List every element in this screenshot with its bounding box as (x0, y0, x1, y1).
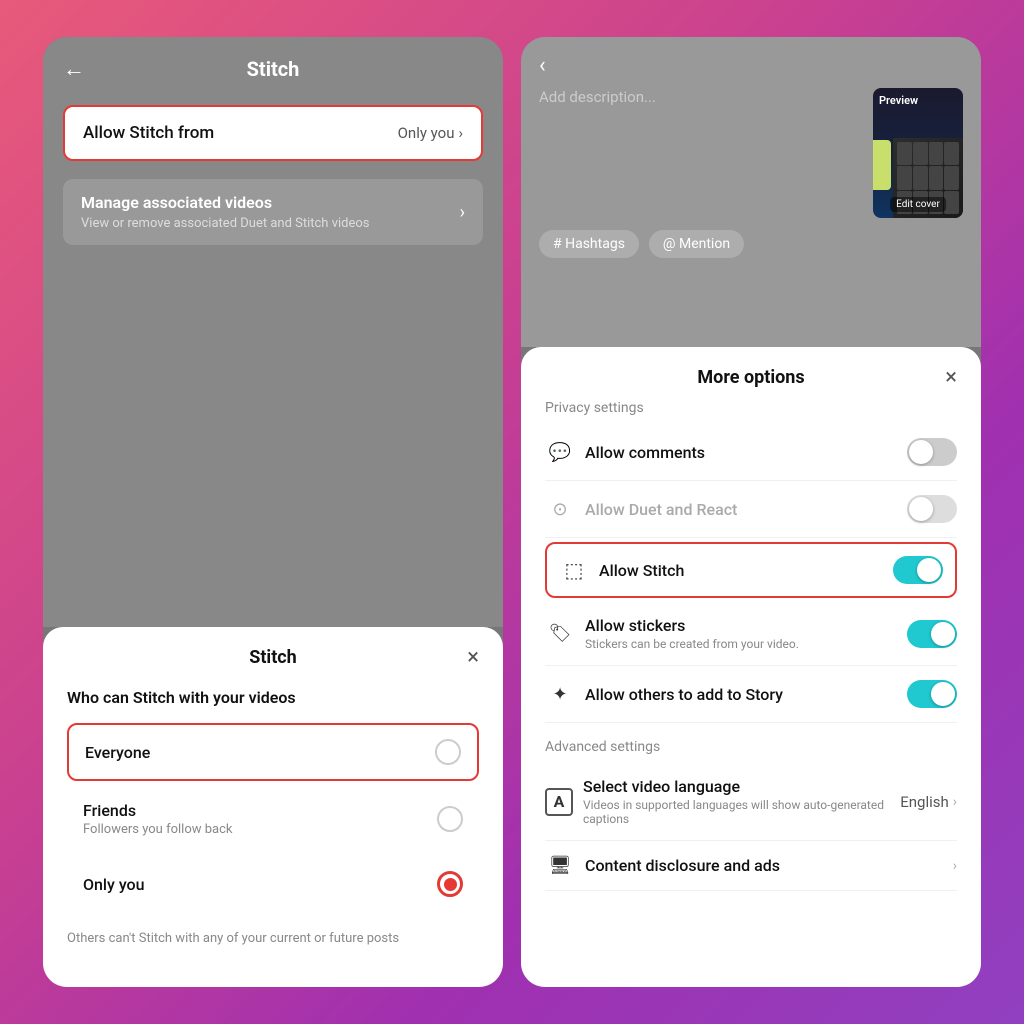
allow-story-text: Allow others to add to Story (585, 685, 907, 704)
stitch-bottom-sheet: Stitch × Who can Stitch with your videos… (43, 627, 503, 987)
stitch-option-friends-label: Friends (83, 801, 233, 820)
stitch-option-everyone[interactable]: Everyone (67, 723, 479, 781)
allow-duet-row: ⊙ Allow Duet and React (545, 481, 957, 538)
stitch-option-everyone-label: Everyone (85, 743, 150, 762)
allow-stitch-toggle[interactable] (893, 556, 943, 584)
allow-stitch-from-row[interactable]: Allow Stitch from Only you › (63, 105, 483, 161)
description-placeholder[interactable]: Add description... (539, 88, 861, 106)
yellow-bar (873, 140, 891, 190)
more-options-header: More options × (545, 367, 957, 388)
more-options-close-button[interactable]: × (945, 365, 957, 390)
edit-cover-label[interactable]: Edit cover (890, 197, 946, 212)
stitch-icon: ⬚ (559, 558, 589, 582)
stitch-option-only-you-label: Only you (83, 875, 145, 894)
mention-button[interactable]: @ Mention (649, 230, 744, 258)
disclosure-row[interactable]: 🖥 Content disclosure and ads › (545, 841, 957, 891)
allow-stickers-text: Allow stickers Stickers can be created f… (585, 616, 907, 651)
more-options-title: More options (697, 367, 804, 388)
manage-row-title: Manage associated videos (81, 193, 370, 212)
stitch-option-only-you[interactable]: Only you (67, 857, 479, 911)
language-sub: Videos in supported languages will show … (583, 798, 900, 826)
manage-associated-videos-row[interactable]: Manage associated videos View or remove … (63, 179, 483, 245)
stitch-sheet-close-button[interactable]: × (467, 645, 479, 670)
stickers-icon: 🏷 (545, 623, 575, 644)
stitch-sheet-header: Stitch × (67, 647, 479, 668)
allow-stitch-from-label: Allow Stitch from (83, 123, 214, 143)
allow-stitch-row: ⬚ Allow Stitch (545, 542, 957, 598)
stitch-friends-content: Friends Followers you follow back (83, 801, 233, 837)
stitch-option-friends[interactable]: Friends Followers you follow back (67, 787, 479, 851)
advanced-section-label: Advanced settings (545, 739, 957, 755)
allow-comments-row: 💬 Allow comments (545, 424, 957, 481)
left-top-content: ← Stitch Allow Stitch from Only you › Ma… (43, 37, 503, 627)
allow-comments-text: Allow comments (585, 443, 907, 462)
disclosure-chevron-icon: › (953, 858, 957, 874)
preview-label: Preview (879, 94, 918, 107)
stitch-who-label: Who can Stitch with your videos (67, 688, 479, 707)
allow-stitch-label: Allow Stitch (599, 561, 893, 580)
allow-comments-toggle[interactable] (907, 438, 957, 466)
duet-icon: ⊙ (545, 499, 575, 520)
more-options-sheet: More options × Privacy settings 💬 Allow … (521, 347, 981, 987)
hashtag-button[interactable]: # Hashtags (539, 230, 639, 258)
allow-stickers-label: Allow stickers (585, 616, 907, 635)
left-page-title: Stitch (247, 57, 300, 81)
disclosure-icon: 🖥 (545, 855, 575, 876)
right-back-button[interactable]: ‹ (539, 53, 963, 78)
allow-stickers-sub: Stickers can be created from your video. (585, 637, 907, 651)
left-header: ← Stitch (63, 57, 483, 81)
allow-duet-label: Allow Duet and React (585, 500, 907, 519)
allow-stickers-row: 🏷 Allow stickers Stickers can be created… (545, 602, 957, 666)
allow-duet-toggle[interactable] (907, 495, 957, 523)
right-description-row: Add description... Preview Edit cover (539, 88, 963, 218)
allow-stickers-toggle[interactable] (907, 620, 957, 648)
allow-duet-text: Allow Duet and React (585, 500, 907, 519)
stitch-everyone-radio[interactable] (435, 739, 461, 765)
left-panel: ← Stitch Allow Stitch from Only you › Ma… (43, 37, 503, 987)
stitch-friends-radio[interactable] (437, 806, 463, 832)
disclosure-label: Content disclosure and ads (585, 856, 953, 875)
privacy-section-label: Privacy settings (545, 400, 957, 416)
disclosure-text: Content disclosure and ads (585, 856, 953, 875)
allow-story-label: Allow others to add to Story (585, 685, 907, 704)
allow-story-row: ✦ Allow others to add to Story (545, 666, 957, 723)
preview-thumbnail[interactable]: Preview Edit cover (873, 88, 963, 218)
allow-stitch-from-value: Only you › (398, 124, 463, 142)
stitch-sheet-title: Stitch (249, 647, 297, 668)
stitch-footer-text: Others can't Stitch with any of your cur… (67, 929, 479, 949)
stitch-only-you-radio[interactable] (437, 871, 463, 897)
language-chevron-icon: › (953, 794, 957, 810)
right-top-content: ‹ Add description... Preview Edit cover … (521, 37, 981, 347)
manage-row-subtitle: View or remove associated Duet and Stitc… (81, 216, 370, 231)
right-panel: ‹ Add description... Preview Edit cover … (521, 37, 981, 987)
manage-chevron-icon: › (460, 202, 465, 223)
language-row[interactable]: A Select video language Videos in suppor… (545, 763, 957, 841)
story-icon: ✦ (545, 684, 575, 705)
allow-stitch-chevron-icon: › (458, 124, 463, 142)
language-label: Select video language (583, 777, 900, 796)
stitch-option-friends-sub: Followers you follow back (83, 822, 233, 837)
language-icon: A (545, 788, 573, 816)
language-value: English › (900, 793, 957, 811)
allow-comments-label: Allow comments (585, 443, 907, 462)
comments-icon: 💬 (545, 442, 575, 463)
manage-row-content: Manage associated videos View or remove … (81, 193, 370, 231)
language-text: Select video language Videos in supporte… (583, 777, 900, 826)
hashtag-row: # Hashtags @ Mention (539, 230, 963, 258)
allow-story-toggle[interactable] (907, 680, 957, 708)
allow-stitch-text: Allow Stitch (599, 561, 893, 580)
app-container: ← Stitch Allow Stitch from Only you › Ma… (0, 0, 1024, 1024)
back-button[interactable]: ← (63, 56, 85, 82)
